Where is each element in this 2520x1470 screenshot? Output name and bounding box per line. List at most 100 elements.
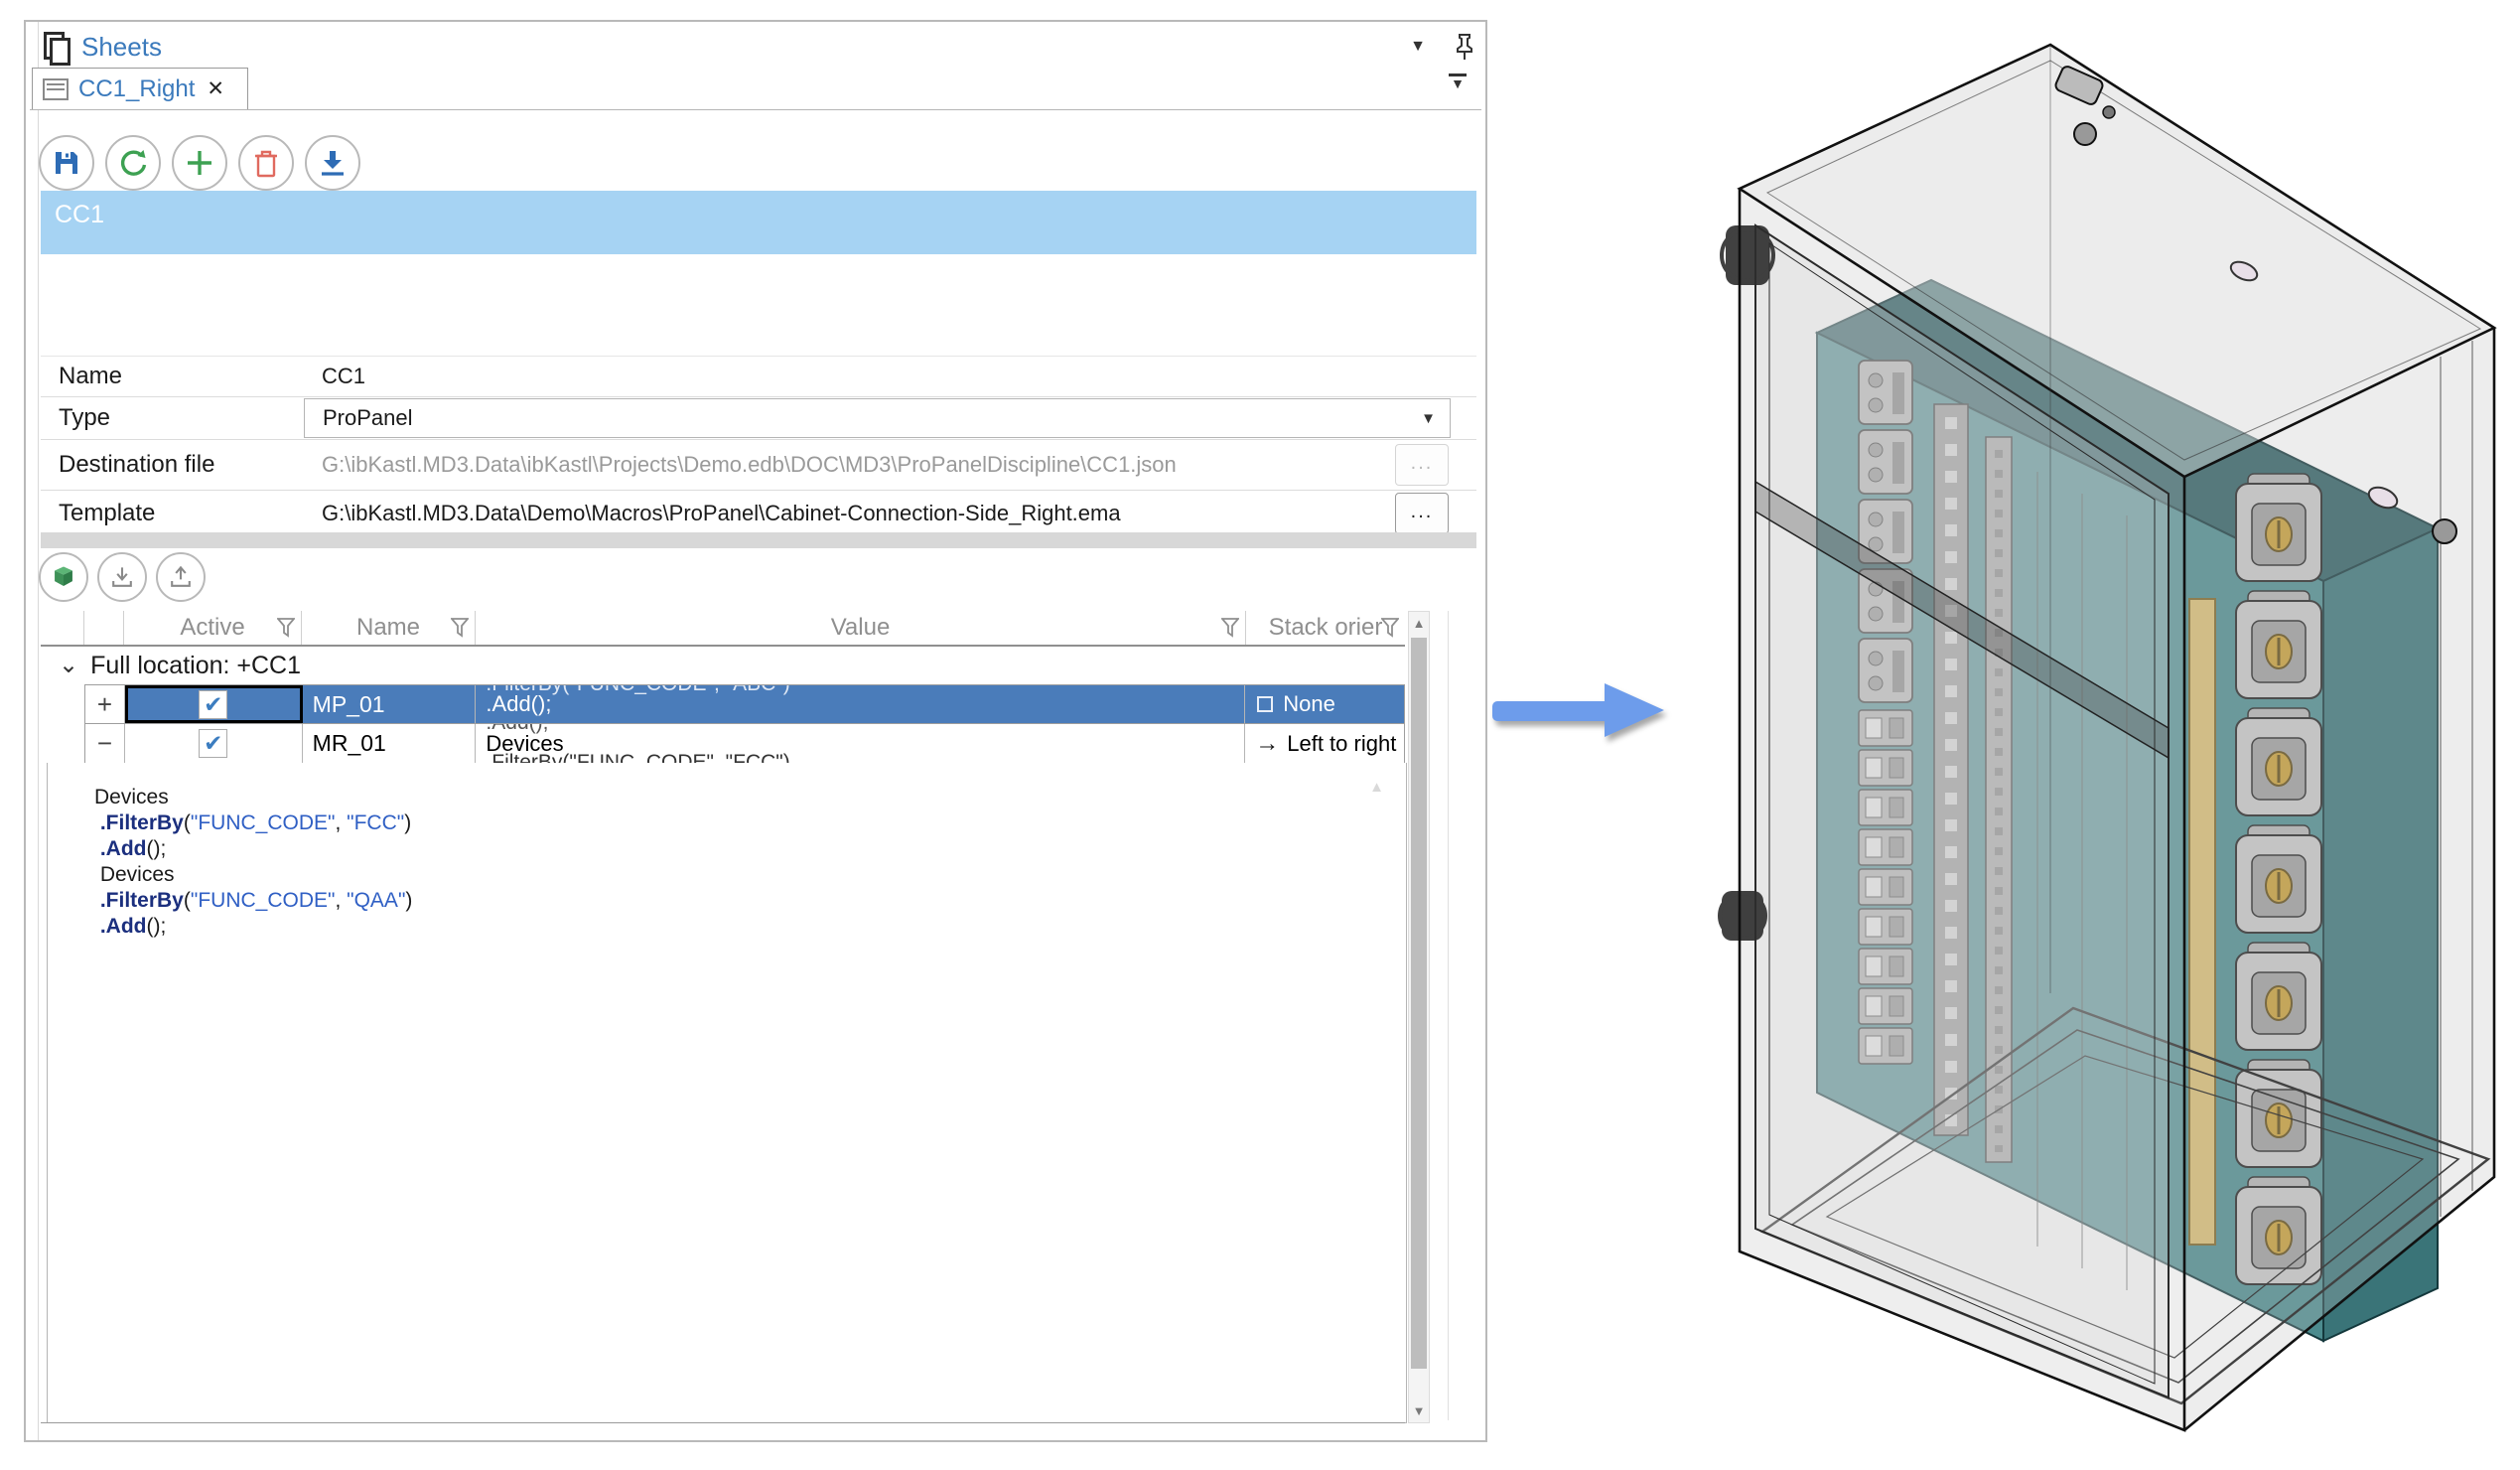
save-button[interactable]	[39, 135, 94, 191]
row-expand-button[interactable]: +	[85, 685, 125, 723]
check-icon: ✔	[204, 732, 222, 755]
export-down-button[interactable]	[97, 552, 147, 602]
tab-strip: CC1_Right ✕ ▼	[30, 66, 1481, 110]
scrollbar-thumb[interactable]	[1411, 638, 1427, 1369]
tab-label: CC1_Right	[78, 75, 195, 103]
arrow-right-icon: →	[1255, 730, 1279, 758]
delete-button[interactable]	[238, 135, 294, 191]
value-cell[interactable]: .Add(); Devices .FilterBy("FUNC_CODE", "…	[476, 724, 1245, 763]
arrow-up-tray-icon	[169, 565, 193, 589]
scroll-down-icon[interactable]: ▼	[1409, 1403, 1429, 1418]
tab-cc1-right[interactable]: CC1_Right ✕	[32, 68, 248, 109]
value-cell[interactable]: .FilterBy("FUNC_CODE", "ABC") .Add();	[476, 685, 1245, 723]
group-label: Full location: +CC1	[90, 652, 301, 680]
value-clipped-line: .FilterBy("FUNC_CODE", "FCC")	[486, 751, 789, 763]
panel-edge-line	[38, 22, 39, 1440]
tab-close-icon[interactable]: ✕	[207, 76, 224, 101]
header-expander	[84, 611, 124, 645]
active-checkbox[interactable]: ✔	[199, 690, 227, 719]
type-label: Type	[41, 404, 304, 432]
stack-orientation-cell[interactable]: → Left to right	[1245, 724, 1404, 763]
save-icon	[53, 149, 80, 177]
code-line: .FilterBy("FUNC_CODE", "FCC")	[94, 810, 1406, 836]
name-cell[interactable]: MR_01	[303, 724, 477, 763]
header-stack-orientation[interactable]: Stack orier	[1246, 611, 1405, 645]
header-indicator	[41, 611, 84, 645]
filter-icon[interactable]	[1381, 618, 1399, 638]
trash-icon	[252, 148, 280, 178]
sheets-icon	[44, 32, 68, 62]
grid-header: Active Name Value Stack orier	[41, 611, 1405, 647]
panel-menu-caret-icon[interactable]: ▼	[1410, 38, 1426, 56]
active-cell[interactable]: ✔	[125, 724, 303, 763]
form-row-destination: Destination file G:\ibKastl.MD3.Data\ibK…	[41, 440, 1476, 491]
detail-collapse-icon[interactable]: ▲	[1369, 779, 1384, 796]
download-arrow-icon	[318, 148, 348, 178]
stack-orientation-cell[interactable]: None	[1245, 685, 1404, 723]
destination-field: G:\ibKastl.MD3.Data\ibKastl\Projects\Dem…	[304, 452, 1395, 478]
type-combobox[interactable]: ProPanel ▼	[304, 398, 1451, 438]
panel-title: Sheets	[81, 32, 162, 63]
sheet-properties-form: Name CC1 Type ProPanel ▼ Destination fil…	[41, 356, 1476, 537]
collapse-all-icon[interactable]: ▼	[1448, 74, 1468, 88]
filter-icon[interactable]	[451, 618, 469, 638]
filter-icon[interactable]	[1221, 618, 1239, 638]
value-line: .Add();	[476, 691, 551, 717]
table-row[interactable]: − ✔ MR_01 .Add(); Devices .FilterBy("FUN…	[84, 724, 1405, 764]
combo-caret-icon: ▼	[1421, 410, 1436, 427]
code-line: .FilterBy("FUNC_CODE", "QAA")	[94, 888, 1406, 914]
import-button[interactable]	[305, 135, 360, 191]
header-name[interactable]: Name	[302, 611, 476, 645]
name-cell[interactable]: MP_01	[303, 685, 477, 723]
right-face	[2184, 328, 2494, 1430]
pin-icon[interactable]	[1454, 33, 1475, 61]
name-field[interactable]: CC1	[304, 364, 1476, 389]
header-value[interactable]: Value	[476, 611, 1246, 645]
row-collapse-button[interactable]: −	[85, 724, 125, 763]
cabinet-3d-render	[1688, 15, 2520, 1455]
active-cell[interactable]: ✔	[125, 685, 303, 723]
generate-button[interactable]	[39, 552, 88, 602]
code-line: Devices	[94, 785, 1406, 810]
add-button[interactable]	[172, 135, 227, 191]
name-label: Name	[41, 363, 304, 390]
code-line: Devices	[94, 862, 1406, 888]
filter-icon[interactable]	[277, 618, 295, 638]
sheet-icon	[43, 78, 69, 100]
chevron-down-icon[interactable]: ⌄	[59, 656, 78, 675]
grid-vertical-scrollbar[interactable]: ▲ ▼	[1408, 611, 1430, 1423]
panel-titlebar: Sheets ▼	[44, 28, 1475, 66]
plus-icon	[185, 148, 214, 178]
cube-icon	[51, 564, 76, 590]
refresh-button[interactable]	[105, 135, 161, 191]
none-box-icon	[1257, 696, 1273, 712]
group-row-full-location[interactable]: ⌄ Full location: +CC1	[41, 647, 1405, 684]
row-detail-editor[interactable]: Devices .FilterBy("FUNC_CODE", "FCC") .A…	[47, 763, 1407, 1423]
form-row-name: Name CC1	[41, 356, 1476, 397]
header-active[interactable]: Active	[124, 611, 302, 645]
template-browse-button[interactable]: ...	[1395, 493, 1449, 534]
destination-browse-button: ...	[1395, 444, 1449, 486]
active-checkbox[interactable]: ✔	[199, 729, 227, 758]
form-row-type: Type ProPanel ▼	[41, 397, 1476, 440]
macro-code[interactable]: Devices .FilterBy("FUNC_CODE", "FCC") .A…	[48, 763, 1406, 940]
arrow-down-tray-icon	[110, 565, 134, 589]
separator-bar	[41, 532, 1476, 548]
grid-bottom-border	[41, 1422, 1405, 1423]
export-up-button[interactable]	[156, 552, 206, 602]
stack-orientation-value: None	[1283, 691, 1335, 717]
destination-label: Destination file	[41, 451, 304, 479]
content-right-edge	[1448, 611, 1449, 1420]
flow-arrow-icon	[1491, 675, 1670, 745]
template-label: Template	[41, 500, 304, 527]
check-icon: ✔	[204, 693, 222, 716]
list-item-cc1[interactable]: CC1	[41, 191, 1476, 254]
form-row-template: Template G:\ibKastl.MD3.Data\Demo\Macros…	[41, 491, 1476, 537]
type-value: ProPanel	[305, 405, 1450, 431]
code-line: .Add();	[94, 914, 1406, 940]
sheets-panel: Sheets ▼ CC1_Right ✕ ▼	[24, 20, 1487, 1442]
code-line: .Add();	[94, 836, 1406, 862]
template-field: G:\ibKastl.MD3.Data\Demo\Macros\ProPanel…	[304, 501, 1395, 526]
table-row[interactable]: + ✔ MP_01 .FilterBy("FUNC_CODE", "ABC") …	[84, 684, 1405, 724]
scroll-up-icon[interactable]: ▲	[1409, 616, 1429, 631]
